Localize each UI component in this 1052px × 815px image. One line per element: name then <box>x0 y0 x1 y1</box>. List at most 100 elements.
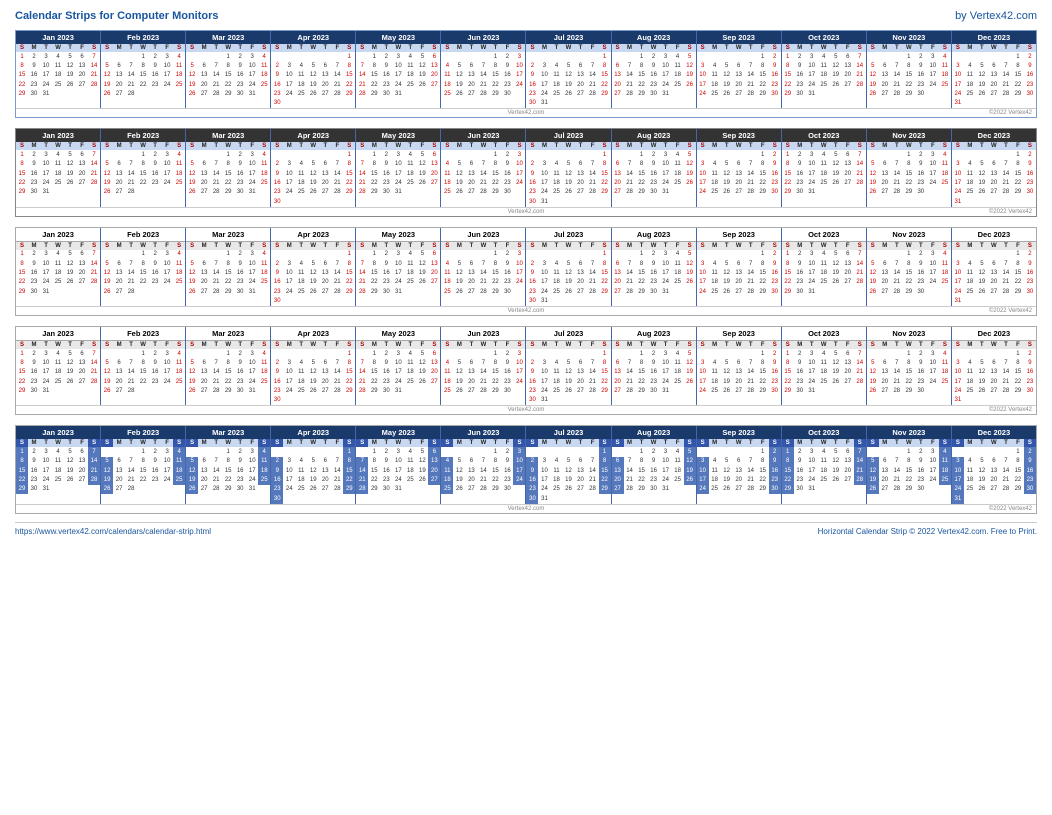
day-cell: 18 <box>258 71 270 80</box>
day-cell: 26 <box>416 377 428 386</box>
day-cell: 11 <box>818 358 830 367</box>
day-cell: 27 <box>612 485 624 494</box>
day-cell: 13 <box>428 259 440 268</box>
day-cell: 28 <box>587 387 599 396</box>
day-cell: 18 <box>939 268 951 277</box>
dow-cell: S <box>173 44 185 52</box>
day-cell: 29 <box>343 188 355 197</box>
day-cell: 19 <box>307 278 319 287</box>
day-cell: 2 <box>149 150 161 159</box>
day-cell: 9 <box>149 160 161 169</box>
day-cell: 7 <box>891 61 903 70</box>
day-cell: 15 <box>16 169 28 178</box>
day-cell: 15 <box>782 71 794 80</box>
day-cell: 17 <box>927 466 939 475</box>
day-cell: 6 <box>76 250 88 259</box>
dow-cell: S <box>952 44 964 52</box>
day-cell: 6 <box>198 358 210 367</box>
day-cell: 11 <box>709 368 721 377</box>
day-cell: 19 <box>101 179 113 188</box>
day-cell: 18 <box>258 368 270 377</box>
day-cell: 29 <box>636 387 648 396</box>
dow-cell: S <box>782 341 794 349</box>
day-cell: 10 <box>927 259 939 268</box>
day-cell: 29 <box>903 387 915 396</box>
day-cell: 26 <box>563 188 575 197</box>
days-grid: 1234567891011121314151617181920212223242… <box>697 250 781 297</box>
day-cell-empty <box>1000 447 1012 456</box>
day-cell: 6 <box>198 160 210 169</box>
dow-cell: S <box>854 242 866 250</box>
dow-cell: S <box>697 44 709 52</box>
dow-cell: F <box>416 44 428 52</box>
dow-cell: W <box>222 439 234 447</box>
dow-cell: T <box>234 142 246 150</box>
day-cell-empty <box>733 150 745 159</box>
day-cell: 3 <box>697 457 709 466</box>
day-cell: 19 <box>453 80 465 89</box>
day-cell: 10 <box>660 160 672 169</box>
month-block: Sep 2023SMTWTFS 123456789101112131415161… <box>697 228 782 306</box>
footer-url[interactable]: https://www.vertex42.com/calendars/calen… <box>15 527 211 536</box>
dow-cell: M <box>198 44 210 52</box>
day-cell: 1 <box>222 349 234 358</box>
day-cell-empty <box>356 349 368 358</box>
day-cell: 17 <box>513 71 525 80</box>
day-cell: 8 <box>903 61 915 70</box>
day-cell-empty <box>550 150 562 159</box>
day-cell: 12 <box>453 169 465 178</box>
day-cell: 17 <box>161 169 173 178</box>
day-cell: 24 <box>283 188 295 197</box>
dow-row: SMTWTFS <box>441 439 525 447</box>
day-cell: 1 <box>782 250 794 259</box>
day-cell-empty <box>1000 150 1012 159</box>
day-cell: 4 <box>173 349 185 358</box>
day-cell: 5 <box>307 259 319 268</box>
day-cell: 21 <box>854 169 866 178</box>
day-cell-empty <box>879 447 891 456</box>
day-cell-empty <box>709 150 721 159</box>
day-cell: 20 <box>113 179 125 188</box>
day-cell: 22 <box>137 179 149 188</box>
day-cell: 1 <box>343 150 355 159</box>
day-cell: 11 <box>672 457 684 466</box>
day-cell: 21 <box>854 368 866 377</box>
day-cell: 10 <box>952 268 964 277</box>
days-grid: 1234567891011121314151617181920212223242… <box>356 150 440 197</box>
day-cell-empty <box>976 250 988 259</box>
day-cell: 21 <box>1000 377 1012 386</box>
day-cell: 14 <box>356 169 368 178</box>
dow-cell: T <box>319 242 331 250</box>
day-cell: 28 <box>854 80 866 89</box>
day-cell: 16 <box>526 476 538 485</box>
dow-cell: M <box>453 341 465 349</box>
day-cell: 2 <box>915 52 927 61</box>
day-cell: 30 <box>271 494 283 503</box>
day-cell: 28 <box>88 278 100 287</box>
day-cell: 18 <box>672 368 684 377</box>
day-cell-empty <box>441 52 453 61</box>
day-cell: 22 <box>782 377 794 386</box>
day-cell: 3 <box>806 349 818 358</box>
day-cell: 3 <box>246 250 258 259</box>
dow-cell: M <box>964 142 976 150</box>
day-cell: 2 <box>501 447 513 456</box>
day-cell-empty <box>721 349 733 358</box>
day-cell: 22 <box>599 179 611 188</box>
day-cell: 9 <box>380 259 392 268</box>
day-cell: 10 <box>927 61 939 70</box>
dow-cell: S <box>173 242 185 250</box>
dow-cell: M <box>368 439 380 447</box>
day-cell: 17 <box>40 71 52 80</box>
day-cell: 27 <box>988 188 1000 197</box>
day-cell: 28 <box>477 485 489 494</box>
day-cell: 24 <box>40 80 52 89</box>
day-cell: 25 <box>258 476 270 485</box>
day-cell: 3 <box>806 52 818 61</box>
day-cell: 10 <box>40 259 52 268</box>
month-title: Jun 2023 <box>441 31 525 44</box>
day-cell: 28 <box>331 485 343 494</box>
day-cell: 20 <box>879 377 891 386</box>
day-cell-empty <box>441 447 453 456</box>
day-cell: 3 <box>161 250 173 259</box>
